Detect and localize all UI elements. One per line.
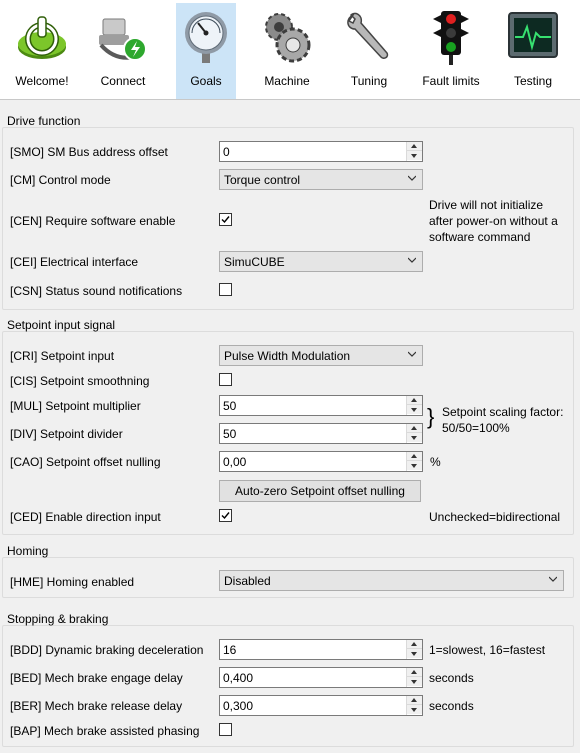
csn-checkbox[interactable] — [219, 283, 232, 296]
ced-note: Unchecked=bidirectional — [429, 510, 561, 524]
toolbar-fault-limits-button[interactable]: Fault limits — [421, 3, 481, 99]
cei-value: SimuCUBE — [224, 255, 285, 269]
chevron-down-icon — [408, 175, 416, 181]
hme-label: [HME] Homing enabled — [10, 575, 135, 589]
ber-spinbox[interactable]: 0,300 — [219, 695, 423, 716]
toolbar-machine-button[interactable]: Machine — [257, 3, 317, 99]
bed-spinbox[interactable]: 0,400 — [219, 667, 423, 688]
div-decrement-button[interactable] — [407, 433, 422, 442]
div-spinbox[interactable]: 50 — [219, 423, 423, 444]
bdd-increment-button[interactable] — [407, 640, 422, 649]
mul-value: 50 — [223, 399, 237, 413]
ced-label: [CED] Enable direction input — [10, 510, 161, 524]
bap-label: [BAP] Mech brake assisted phasing — [10, 724, 200, 738]
ber-unit: seconds — [429, 699, 474, 713]
chevron-down-icon — [549, 576, 557, 582]
cri-value: Pulse Width Modulation — [224, 349, 351, 363]
chevron-down-icon — [408, 351, 416, 357]
cri-label: [CRI] Setpoint input — [10, 349, 115, 363]
toolbar-goals-button[interactable]: Goals — [176, 3, 236, 99]
bed-unit: seconds — [429, 671, 474, 685]
setpoint-title: Setpoint input signal — [7, 318, 116, 332]
homing-title: Homing — [7, 544, 49, 558]
ber-value: 0,300 — [223, 699, 254, 713]
checkmark-icon — [221, 216, 230, 224]
cen-note-line: after power-on without a — [429, 214, 558, 228]
monitor-icon — [508, 12, 558, 58]
chevron-down-icon — [408, 257, 416, 263]
gauge-icon — [185, 12, 227, 63]
cis-checkbox[interactable] — [219, 373, 232, 386]
hme-value: Disabled — [224, 574, 271, 588]
ber-increment-button[interactable] — [407, 696, 422, 705]
gears-icon — [265, 13, 311, 63]
smo-label: [SMO] SM Bus address offset — [10, 145, 168, 159]
bdd-spinbox[interactable]: 16 — [219, 639, 423, 660]
ber-label: [BER] Mech brake release delay — [10, 699, 183, 713]
mul-increment-button[interactable] — [407, 396, 422, 405]
cen-note: Drive will not initialize after power-on… — [429, 197, 558, 245]
scaling-note-line: Setpoint scaling factor: — [442, 405, 564, 419]
toolbar-tuning-button[interactable]: Tuning — [339, 3, 399, 99]
network-cable-icon — [99, 18, 147, 61]
div-label: [DIV] Setpoint divider — [10, 427, 123, 441]
power-icon — [18, 16, 66, 59]
smo-decrement-button[interactable] — [407, 151, 422, 160]
drive-function-title: Drive function — [7, 114, 81, 128]
scaling-brace: } — [427, 404, 435, 429]
cis-label: [CIS] Setpoint smoothning — [10, 374, 150, 388]
div-value: 50 — [223, 427, 237, 441]
scaling-note: Setpoint scaling factor: 50/50=100% — [442, 404, 563, 436]
smo-spinbox[interactable]: 0 — [219, 141, 423, 162]
cao-value: 0,00 — [223, 455, 247, 469]
cen-label: [CEN] Require software enable — [10, 214, 176, 228]
ber-decrement-button[interactable] — [407, 705, 422, 714]
bed-increment-button[interactable] — [407, 668, 422, 677]
cm-dropdown[interactable]: Torque control — [219, 169, 423, 190]
bdd-note: 1=slowest, 16=fastest — [429, 643, 546, 657]
cao-label: [CAO] Setpoint offset nulling — [10, 455, 161, 469]
mul-decrement-button[interactable] — [407, 405, 422, 414]
cen-checkbox[interactable] — [219, 213, 232, 226]
bap-checkbox[interactable] — [219, 723, 232, 736]
cao-decrement-button[interactable] — [407, 461, 422, 470]
stopping-title: Stopping & braking — [7, 612, 109, 626]
mul-label: [MUL] Setpoint multiplier — [10, 399, 141, 413]
cei-dropdown[interactable]: SimuCUBE — [219, 251, 423, 272]
hme-dropdown[interactable]: Disabled — [219, 570, 564, 591]
toolbar-connect-button[interactable]: Connect — [93, 3, 153, 99]
ced-checkbox[interactable] — [219, 509, 232, 522]
cm-value: Torque control — [224, 173, 301, 187]
bed-value: 0,400 — [223, 671, 254, 685]
bed-decrement-button[interactable] — [407, 677, 422, 686]
traffic-light-icon — [433, 11, 469, 65]
toolbar: Welcome! Connect Goals Machine Tuning Fa… — [0, 0, 580, 100]
div-increment-button[interactable] — [407, 424, 422, 433]
scaling-note-line: 50/50=100% — [442, 421, 510, 435]
autozero-button[interactable]: Auto-zero Setpoint offset nulling — [219, 480, 421, 502]
cen-note-line: Drive will not initialize — [429, 198, 544, 212]
cen-note-line: software command — [429, 230, 531, 244]
bdd-decrement-button[interactable] — [407, 649, 422, 658]
cao-spinbox[interactable]: 0,00 — [219, 451, 423, 472]
cm-label: [CM] Control mode — [10, 173, 111, 187]
cri-dropdown[interactable]: Pulse Width Modulation — [219, 345, 423, 366]
bed-label: [BED] Mech brake engage delay — [10, 671, 183, 685]
smo-increment-button[interactable] — [407, 142, 422, 151]
toolbar-testing-button[interactable]: Testing — [503, 3, 563, 99]
cei-label: [CEI] Electrical interface — [10, 255, 139, 269]
csn-label: [CSN] Status sound notifications — [10, 284, 183, 298]
wrench-icon — [347, 12, 389, 59]
toolbar-welcome-button[interactable]: Welcome! — [12, 3, 72, 99]
bdd-label: [BDD] Dynamic braking deceleration — [10, 643, 204, 657]
toolbar-testing-label: Testing — [513, 74, 553, 88]
smo-value: 0 — [223, 145, 230, 159]
mul-spinbox[interactable]: 50 — [219, 395, 423, 416]
bdd-value: 16 — [223, 643, 237, 657]
cao-increment-button[interactable] — [407, 452, 422, 461]
cao-unit: % — [430, 455, 441, 469]
checkmark-icon — [221, 512, 230, 520]
